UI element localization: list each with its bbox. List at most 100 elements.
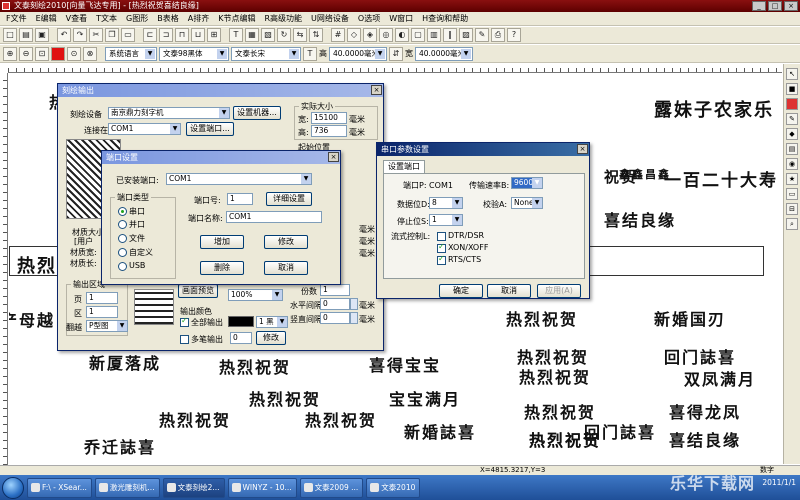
grid-icon[interactable]: # — [331, 28, 345, 42]
close-icon[interactable]: × — [371, 85, 382, 95]
contour-icon[interactable]: ◎ — [379, 28, 393, 42]
menu-item[interactable]: G图形 — [126, 13, 148, 24]
canvas-text-object[interactable]: 宝宝满月 — [389, 386, 461, 410]
eye-icon[interactable]: ◉ — [786, 158, 798, 170]
setup-machine-button[interactable]: 设置机器... — [233, 106, 281, 120]
flip-icon[interactable]: ⇅ — [309, 28, 323, 42]
font-name-select[interactable]: 文泰98黑体 — [159, 46, 229, 61]
zoom-page-icon[interactable]: ⊙ — [67, 46, 81, 61]
group-icon[interactable]: ▦ — [245, 28, 259, 42]
installed-port-select[interactable]: COM1 — [166, 173, 312, 185]
help-icon[interactable]: ? — [507, 28, 521, 42]
height-input[interactable]: 40.0000毫米 — [329, 46, 387, 61]
menu-item[interactable]: R高级功能 — [264, 13, 302, 24]
port-type-custom-radio[interactable]: 自定义 — [118, 247, 153, 258]
menu-item[interactable]: E编辑 — [36, 13, 57, 24]
align-left-icon[interactable]: ⊏ — [143, 28, 157, 42]
scale-select[interactable]: 100% — [228, 289, 283, 301]
menu-item[interactable]: V查看 — [66, 13, 87, 24]
layer-icon[interactable]: ▤ — [786, 143, 798, 155]
canvas-text-object[interactable]: 双凤满月 — [684, 366, 756, 390]
canvas-text-object[interactable]: 新婚誌喜 — [404, 419, 476, 443]
pen-icon[interactable]: ✎ — [786, 113, 798, 125]
close-icon[interactable]: × — [328, 152, 339, 162]
zoom-select-icon[interactable]: ⊗ — [83, 46, 97, 61]
port-type-serial-radio[interactable]: 串口 — [118, 206, 145, 217]
apply-button[interactable]: 应用(A) — [537, 284, 581, 298]
taskbar-item[interactable]: 激光雕刻机... — [94, 477, 160, 498]
text-tool-icon[interactable]: T — [229, 28, 243, 42]
save-icon[interactable]: ▣ — [35, 28, 49, 42]
canvas-text-object[interactable]: 热烈祝贺 — [506, 306, 578, 330]
stop-bits-select[interactable]: 1 — [429, 214, 463, 226]
image-icon[interactable]: ▨ — [459, 28, 473, 42]
bucket-icon[interactable]: ◆ — [786, 128, 798, 140]
cancel-button[interactable]: 取消 — [487, 284, 531, 298]
weld-icon[interactable]: ◈ — [363, 28, 377, 42]
star-icon[interactable]: ★ — [786, 173, 798, 185]
flow-dtr-dsr-checkbox[interactable]: DTR/DSR — [437, 231, 484, 241]
open-folder-icon[interactable]: ▤ — [19, 28, 33, 42]
h-spacing-spinner[interactable] — [350, 298, 358, 310]
frame-icon[interactable]: ▢ — [411, 28, 425, 42]
font-style-select[interactable]: 文泰长宋 — [231, 46, 301, 61]
menu-item[interactable]: B表格 — [157, 13, 179, 24]
redo-icon[interactable]: ↷ — [73, 28, 87, 42]
shadow-icon[interactable]: ◐ — [395, 28, 409, 42]
preview-button[interactable]: 画面预览 — [178, 284, 218, 298]
tab-port-settings[interactable]: 设置端口 — [383, 160, 425, 173]
node-edit-icon[interactable]: ◇ — [347, 28, 361, 42]
port-type-usb-radio[interactable]: USB — [118, 261, 145, 271]
menu-item[interactable]: H查询和帮助 — [422, 13, 468, 24]
setup-port-button[interactable]: 设置端口... — [186, 122, 234, 136]
menu-item[interactable]: A排齐 — [188, 13, 209, 24]
port-name-input[interactable]: COM1 — [226, 211, 322, 223]
canvas-text-object[interactable]: 乔迁誌喜 — [84, 434, 156, 458]
distribute-icon[interactable]: ⊞ — [207, 28, 221, 42]
zoom-in-icon[interactable]: ⊕ — [3, 46, 17, 61]
ungroup-icon[interactable]: ▧ — [261, 28, 275, 42]
port-type-parallel-radio[interactable]: 并口 — [118, 219, 145, 230]
new-file-icon[interactable]: □ — [3, 28, 17, 42]
canvas-text-object[interactable]: 新厦落成 — [89, 350, 161, 374]
detail-settings-button[interactable]: 详细设置 — [266, 192, 312, 206]
data-bits-select[interactable]: 8 — [429, 197, 463, 209]
copy-icon[interactable]: ❐ — [105, 28, 119, 42]
port-number-input[interactable]: 1 — [227, 193, 253, 205]
zoom-out-icon[interactable]: ⊖ — [19, 46, 33, 61]
taskbar-item[interactable]: 文泰2009 ... — [299, 477, 364, 498]
start-button[interactable] — [2, 476, 24, 499]
print-icon[interactable]: ⎙ — [491, 28, 505, 42]
baud-rate-select[interactable]: 9600 — [511, 177, 543, 189]
canvas-text-object[interactable]: 喜结良缘 — [604, 207, 676, 231]
align-top-icon[interactable]: ⊔ — [191, 28, 205, 42]
menu-item[interactable]: W窗口 — [389, 13, 413, 24]
h-spacing-input[interactable]: 0 — [320, 298, 350, 310]
menu-item[interactable]: U网络设备 — [311, 13, 349, 24]
taskbar-item[interactable]: F:\ - XSear... — [27, 477, 92, 498]
taskbar-item[interactable]: 文泰2010 — [366, 477, 421, 498]
rotate-icon[interactable]: ↻ — [277, 28, 291, 42]
close-icon[interactable]: × — [784, 1, 798, 11]
width-input[interactable]: 40.0000毫米 — [415, 46, 473, 61]
multi-output-checkbox[interactable]: 多笔输出 — [180, 334, 223, 345]
lock-icon[interactable]: ▭ — [786, 188, 798, 200]
v-spacing-spinner[interactable] — [350, 312, 358, 324]
table-icon[interactable]: ▥ — [427, 28, 441, 42]
align-center-icon[interactable]: ⊐ — [159, 28, 173, 42]
flow-xon-xoff-checkbox[interactable]: XON/XOFF — [437, 242, 488, 253]
delete-port-button[interactable]: 删除 — [200, 261, 244, 275]
paste-icon[interactable]: ▭ — [121, 28, 135, 42]
cancel-port-button[interactable]: 取消 — [264, 261, 308, 275]
mirror-icon[interactable]: ⇆ — [293, 28, 307, 42]
all-output-checkbox[interactable]: 全部输出 — [180, 316, 223, 328]
cut-icon[interactable]: ✂ — [89, 28, 103, 42]
color-fill-icon[interactable] — [786, 98, 798, 110]
shape-icon[interactable]: ■ — [786, 83, 798, 95]
connect-select[interactable]: COM1 — [108, 123, 181, 135]
maximize-icon[interactable]: □ — [768, 1, 782, 11]
canvas-text-object[interactable]: 热烈祝贺 — [305, 407, 377, 431]
device-select[interactable]: 南京鼎力刻字机 — [108, 107, 230, 119]
canvas-text-object[interactable]: 回门誌喜 — [664, 344, 736, 368]
color-red-icon[interactable] — [51, 46, 65, 61]
